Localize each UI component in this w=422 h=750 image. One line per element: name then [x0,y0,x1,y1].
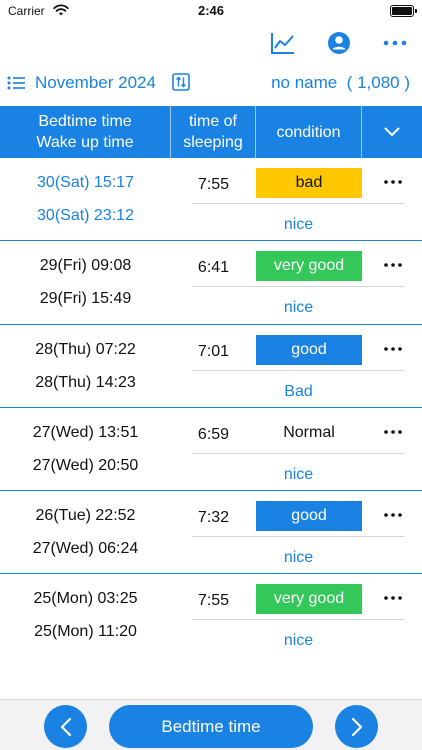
sleep-quality: nice [283,465,314,483]
header-sleep-duration: time of sleeping [171,106,256,158]
divider [192,619,405,621]
header-sleep-line2: sleeping [183,134,243,151]
sleep-quality: nice [283,632,314,650]
header-wakeup: Wake up time [36,134,134,151]
wakeup-value: 25(Mon) 11:20 [34,623,137,641]
header-expand[interactable] [362,106,422,158]
header-bedtime: Bedtime time [38,113,132,130]
bedtime-value: 29(Fri) 09:08 [39,257,132,275]
condition-badge: very good [256,251,362,282]
header-condition: condition [256,106,362,158]
divider [192,369,405,371]
sleep-quality: nice [283,549,314,567]
sleep-quality: nice [283,216,314,233]
month-row: November 2024 no name ( 1,080 ) [0,70,422,98]
row-more-icon[interactable] [378,339,408,359]
condition-badge: good [256,501,362,532]
sort-icon[interactable] [172,73,190,91]
table-row[interactable]: 25(Mon) 03:25 25(Mon) 11:20 7:55 very go… [0,574,422,657]
sleep-duration: 6:59 [197,425,230,443]
chevron-down-icon[interactable] [384,127,400,137]
bedtime-value: 30(Sat) 15:17 [37,174,134,191]
toolbar [242,28,410,58]
sleep-duration: 7:55 [197,176,230,193]
battery-icon [390,5,417,17]
status-bar: Carrier 2:46 [0,0,422,24]
row-more-icon[interactable] [378,505,408,525]
bedtime-value: 26(Tue) 22:52 [35,507,136,525]
bedtime-value: 25(Mon) 03:25 [33,590,138,608]
more-icon[interactable] [380,28,410,58]
divider [192,536,405,538]
row-more-icon[interactable] [378,588,408,608]
divider [192,452,405,454]
table-row[interactable]: 26(Tue) 22:52 27(Wed) 06:24 7:32 good ni… [0,491,422,575]
wakeup-value: 28(Thu) 14:23 [35,373,136,391]
clock: 2:46 [197,3,225,18]
previous-button[interactable] [44,705,87,748]
month-selector[interactable]: November 2024 [35,73,156,93]
sleep-records-list: 30(Sat) 15:17 30(Sat) 23:12 7:55 bad nic… [0,158,422,658]
condition-badge: good [256,334,362,365]
table-row[interactable]: 29(Fri) 09:08 29(Fri) 15:49 6:41 very go… [0,241,422,325]
chart-icon[interactable] [268,28,298,58]
row-more-icon[interactable] [378,255,408,275]
row-more-icon[interactable] [378,422,408,442]
list-icon[interactable] [7,75,25,91]
condition-badge: Normal [283,423,335,441]
chevron-left-icon [60,717,71,736]
condition-badge: very good [256,584,362,615]
sleep-quality: nice [283,299,314,317]
sleep-duration: 7:32 [197,509,230,527]
bedtime-value: 27(Wed) 13:51 [32,423,139,441]
wakeup-value: 29(Fri) 15:49 [39,290,132,308]
wakeup-value: 30(Sat) 23:12 [37,207,134,224]
sleep-duration: 7:01 [197,342,230,360]
divider [192,203,405,204]
chevron-right-icon [351,717,362,736]
table-header: Bedtime time Wake up time time of sleepi… [0,106,422,158]
sleep-duration: 7:55 [197,592,230,610]
table-row[interactable]: 30(Sat) 15:17 30(Sat) 23:12 7:55 bad nic… [0,158,422,242]
wakeup-value: 27(Wed) 06:24 [32,540,139,558]
divider [192,286,405,288]
profile-name-count[interactable]: no name ( 1,080 ) [271,73,410,93]
bedtime-value: 28(Thu) 07:22 [35,340,136,358]
table-row[interactable]: 28(Thu) 07:22 28(Thu) 14:23 7:01 good Ba… [0,325,422,408]
next-button[interactable] [335,705,378,748]
header-sleep-line1: time of [188,113,237,130]
sleep-duration: 6:41 [197,259,230,277]
bottom-bar: Bedtime time [0,699,422,750]
sleep-quality: Bad [284,382,313,400]
profile-icon[interactable] [324,28,354,58]
condition-badge: bad [256,168,362,198]
bedtime-button[interactable]: Bedtime time [109,705,313,748]
row-more-icon[interactable] [378,172,408,192]
header-bed-wake: Bedtime time Wake up time [0,106,171,158]
wakeup-value: 27(Wed) 20:50 [32,456,139,474]
table-row[interactable]: 27(Wed) 13:51 27(Wed) 20:50 6:59 Normal … [0,408,422,492]
